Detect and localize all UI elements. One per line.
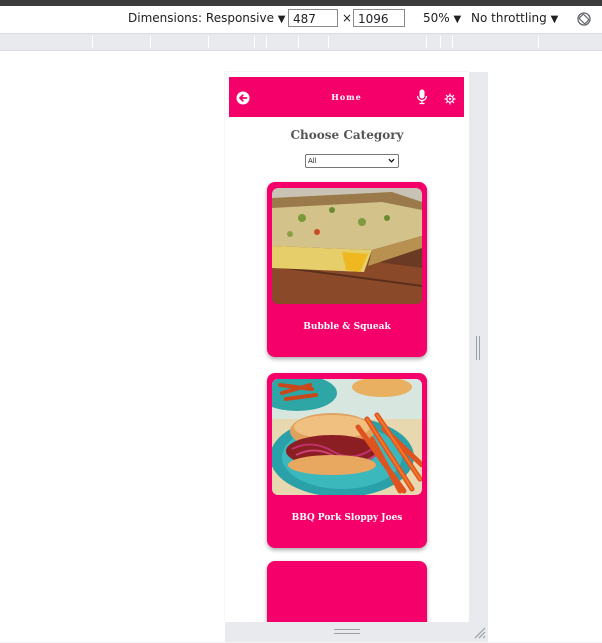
recipe-card[interactable]: Bubble & Squeak	[267, 182, 427, 357]
zoom-label: 50%	[423, 11, 450, 25]
category-select-value: All	[308, 157, 317, 165]
device-toolbar: Dimensions: Responsive ▼ 487 × 1096 50% …	[0, 6, 602, 34]
recipe-title: BBQ Pork Sloppy Joes	[291, 513, 403, 523]
chevron-down-icon: ▼	[277, 14, 286, 25]
category-heading: Choose Category	[290, 128, 404, 142]
resize-handle-horizontal[interactable]	[476, 336, 480, 360]
chevron-down-icon: ▼	[453, 14, 462, 25]
resize-handle-vertical[interactable]	[334, 629, 360, 634]
chevron-down-icon: ▼	[550, 14, 559, 25]
width-input[interactable]: 487	[288, 9, 338, 27]
page-title: Home	[331, 92, 362, 102]
recipe-card[interactable]	[267, 561, 427, 622]
recipe-title: Bubble & Squeak	[303, 322, 391, 332]
zoom-dropdown[interactable]: 50% ▼	[423, 11, 461, 25]
bubble-and-squeak-photo	[272, 188, 422, 304]
bbq-pork-sloppy-joes-photo	[272, 379, 422, 495]
category-select[interactable]: All	[305, 154, 399, 168]
throttling-label: No throttling	[471, 11, 547, 25]
height-input[interactable]: 1096	[353, 9, 405, 27]
times-sign: ×	[342, 11, 353, 25]
app-header: Home	[229, 77, 464, 117]
resize-corner-icon[interactable]	[472, 624, 486, 639]
recipe-card[interactable]: BBQ Pork Sloppy Joes	[267, 373, 427, 548]
rotate-icon[interactable]	[577, 12, 591, 26]
throttling-dropdown[interactable]: No throttling ▼	[471, 11, 558, 25]
dimensions-dropdown[interactable]: Dimensions: Responsive ▼	[128, 11, 286, 25]
chevron-down-icon	[388, 156, 395, 168]
dimensions-label: Dimensions: Responsive	[128, 11, 274, 25]
microphone-icon[interactable]	[416, 89, 428, 105]
media-query-ruler	[0, 34, 602, 51]
gear-icon[interactable]	[444, 90, 456, 105]
device-viewport: Home Choose Category All Bubble & Squeak…	[225, 72, 469, 622]
